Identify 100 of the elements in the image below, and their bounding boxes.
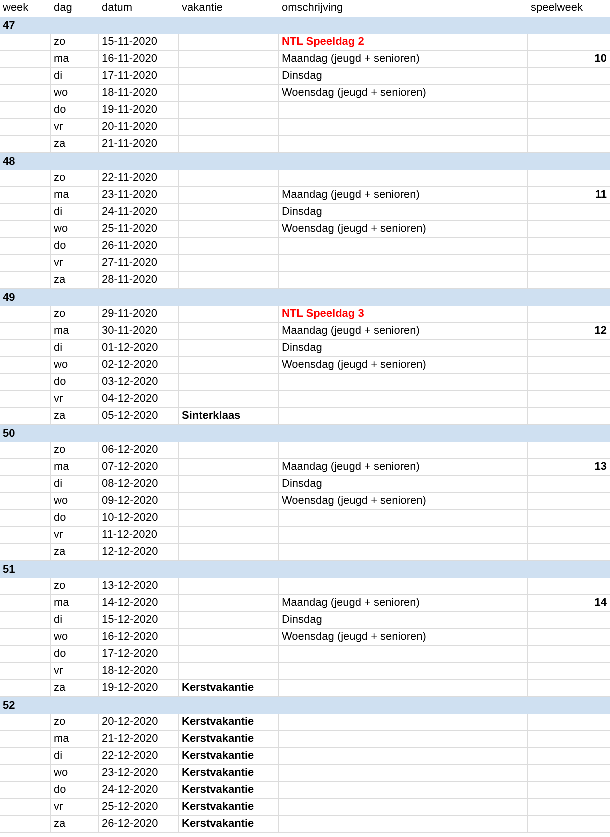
column-header: datum [102, 2, 133, 14]
column-header: dag [54, 2, 72, 14]
table-cell: 30-11-2020 [102, 325, 158, 337]
table-cell: 12-12-2020 [102, 546, 158, 558]
table-cell: 04-12-2020 [102, 393, 158, 405]
week-number: 48 [3, 156, 16, 168]
table-cell: 10 [594, 53, 607, 65]
table-cell: ma [54, 189, 70, 201]
table-cell: 10-12-2020 [102, 512, 158, 524]
table-cell: zo [54, 36, 66, 48]
table-cell: Dinsdag [282, 206, 322, 218]
table-cell: wo [54, 631, 68, 643]
week-number: 47 [3, 20, 16, 32]
table-cell: 15-11-2020 [102, 36, 158, 48]
table-cell: 26-11-2020 [102, 240, 158, 252]
table-cell: ma [54, 461, 70, 473]
table-cell: wo [54, 359, 68, 371]
table-cell: di [54, 478, 63, 490]
table-cell: di [54, 342, 63, 354]
table-cell: Kerstvakantie [182, 750, 254, 762]
table-cell: 02-12-2020 [102, 359, 158, 371]
table-cell: Kerstvakantie [182, 716, 254, 728]
table-cell: 13-12-2020 [102, 580, 158, 592]
table-cell: wo [54, 223, 68, 235]
table-cell: di [54, 614, 63, 626]
table-cell: di [54, 750, 63, 762]
table-cell: do [54, 784, 66, 796]
table-cell: 08-12-2020 [102, 478, 158, 490]
table-cell: 18-12-2020 [102, 665, 158, 677]
table-cell: NTL Speeldag 3 [282, 308, 364, 320]
table-cell: za [54, 274, 66, 286]
table-cell: zo [54, 716, 66, 728]
table-cell: 29-11-2020 [102, 308, 158, 320]
table-cell: 19-11-2020 [102, 104, 158, 116]
table-cell: Maandag (jeugd + senioren) [282, 53, 420, 65]
table-cell: Sinterklaas [182, 410, 241, 422]
table-cell: 17-11-2020 [102, 70, 158, 82]
table-cell: 18-11-2020 [102, 87, 158, 99]
table-cell: 14-12-2020 [102, 597, 158, 609]
table-cell: Maandag (jeugd + senioren) [282, 189, 420, 201]
table-cell: za [54, 138, 66, 150]
week-number: 50 [3, 428, 16, 440]
table-cell: zo [54, 444, 66, 456]
table-cell: za [54, 410, 66, 422]
table-cell: 07-12-2020 [102, 461, 158, 473]
column-header: speelweek [531, 2, 583, 14]
table-cell: 17-12-2020 [102, 648, 158, 660]
table-cell: do [54, 240, 66, 252]
table-cell: 19-12-2020 [102, 682, 158, 694]
table-cell: Dinsdag [282, 614, 322, 626]
table-cell: vr [54, 393, 64, 405]
table-cell: ma [54, 597, 70, 609]
table-cell: NTL Speeldag 2 [282, 36, 364, 48]
table-cell: 22-11-2020 [102, 172, 158, 184]
table-cell: 24-12-2020 [102, 784, 158, 796]
table-cell: zo [54, 172, 66, 184]
table-cell: vr [54, 257, 64, 269]
table-cell: 21-12-2020 [102, 733, 158, 745]
table-cell: 16-11-2020 [102, 53, 158, 65]
table-cell: di [54, 70, 63, 82]
table-cell: 20-11-2020 [102, 121, 158, 133]
table-cell: 05-12-2020 [102, 410, 158, 422]
table-cell: Maandag (jeugd + senioren) [282, 461, 420, 473]
table-cell: Woensdag (jeugd + senioren) [282, 495, 426, 507]
table-cell: 23-11-2020 [102, 189, 158, 201]
table-cell: 13 [594, 461, 607, 473]
table-cell: Kerstvakantie [182, 733, 254, 745]
table-cell: 11 [595, 189, 607, 201]
table-cell: Dinsdag [282, 342, 322, 354]
table-cell: zo [54, 308, 66, 320]
table-cell: Woensdag (jeugd + senioren) [282, 223, 426, 235]
table-cell: Dinsdag [282, 478, 322, 490]
table-cell: wo [54, 87, 68, 99]
week-number: 51 [3, 564, 16, 576]
table-cell: 26-12-2020 [102, 818, 158, 830]
table-cell: Kerstvakantie [182, 784, 254, 796]
table-cell: Woensdag (jeugd + senioren) [282, 87, 426, 99]
table-cell: 25-11-2020 [102, 223, 158, 235]
week-number: 49 [3, 292, 16, 304]
table-cell: zo [54, 580, 66, 592]
table-cell: di [54, 206, 63, 218]
table-cell: ma [54, 325, 70, 337]
table-cell: Maandag (jeugd + senioren) [282, 325, 420, 337]
table-cell: 23-12-2020 [102, 767, 158, 779]
table-cell: 21-11-2020 [102, 138, 158, 150]
table-cell: 16-12-2020 [102, 631, 158, 643]
table-cell: do [54, 648, 66, 660]
table-cell: za [54, 818, 66, 830]
table-cell: vr [54, 121, 64, 133]
table-cell: 09-12-2020 [102, 495, 158, 507]
table-cell: do [54, 376, 66, 388]
column-header: vakantie [182, 2, 223, 14]
table-cell: Kerstvakantie [182, 818, 254, 830]
table-cell: 01-12-2020 [102, 342, 158, 354]
table-cell: wo [54, 767, 68, 779]
table-cell: 27-11-2020 [102, 257, 158, 269]
table-cell: 28-11-2020 [102, 274, 158, 286]
table-cell: 15-12-2020 [102, 614, 158, 626]
table-cell: vr [54, 529, 64, 541]
table-cell: Kerstvakantie [182, 767, 254, 779]
